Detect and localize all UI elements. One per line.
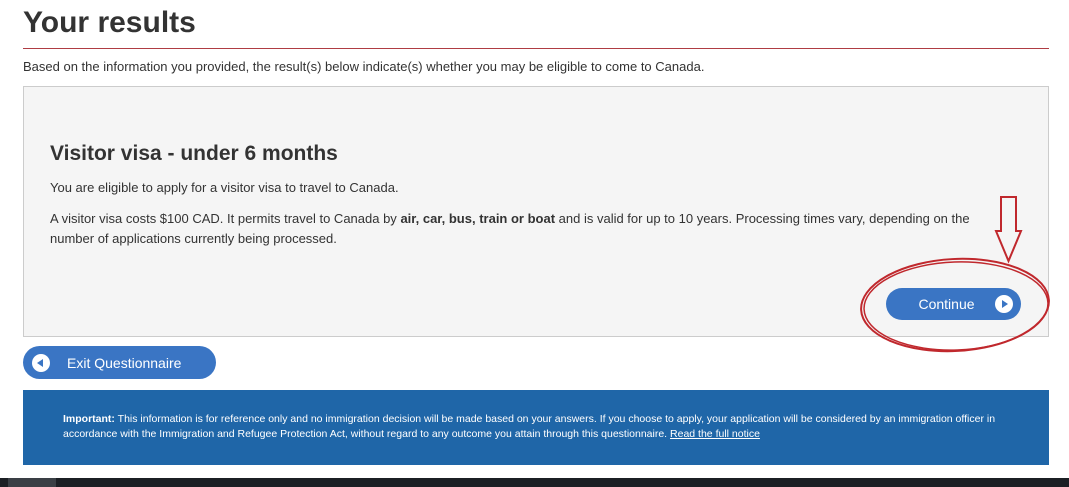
exit-button-label: Exit Questionnaire <box>67 354 182 371</box>
back-circle-icon <box>32 354 50 372</box>
important-notice-banner: Important: This information is for refer… <box>23 390 1049 465</box>
notice-text: Important: This information is for refer… <box>63 412 1013 442</box>
eligibility-text: You are eligible to apply for a visitor … <box>50 180 399 195</box>
continue-button-label: Continue <box>918 296 975 312</box>
read-full-notice-link[interactable]: Read the full notice <box>670 428 760 440</box>
travel-modes-text: air, car, bus, train or boat <box>400 211 556 226</box>
visa-cost-text-part1: A visitor visa costs $100 CAD. It permit… <box>50 211 401 226</box>
taskbar-strip <box>0 478 1069 487</box>
page-title: Your results <box>23 6 196 39</box>
play-circle-icon <box>995 295 1013 313</box>
taskbar-tab <box>8 478 56 487</box>
result-panel: Visitor visa - under 6 months You are el… <box>23 86 1049 337</box>
visa-cost-text: A visitor visa costs $100 CAD. It permit… <box>50 209 970 249</box>
exit-questionnaire-button[interactable]: Exit Questionnaire <box>23 346 216 379</box>
intro-text: Based on the information you provided, t… <box>23 59 705 74</box>
title-divider <box>23 48 1049 49</box>
result-heading: Visitor visa - under 6 months <box>50 142 338 165</box>
notice-important-label: Important: <box>63 413 115 425</box>
continue-button[interactable]: Continue <box>886 288 1021 320</box>
notice-body: This information is for reference only a… <box>63 413 996 440</box>
